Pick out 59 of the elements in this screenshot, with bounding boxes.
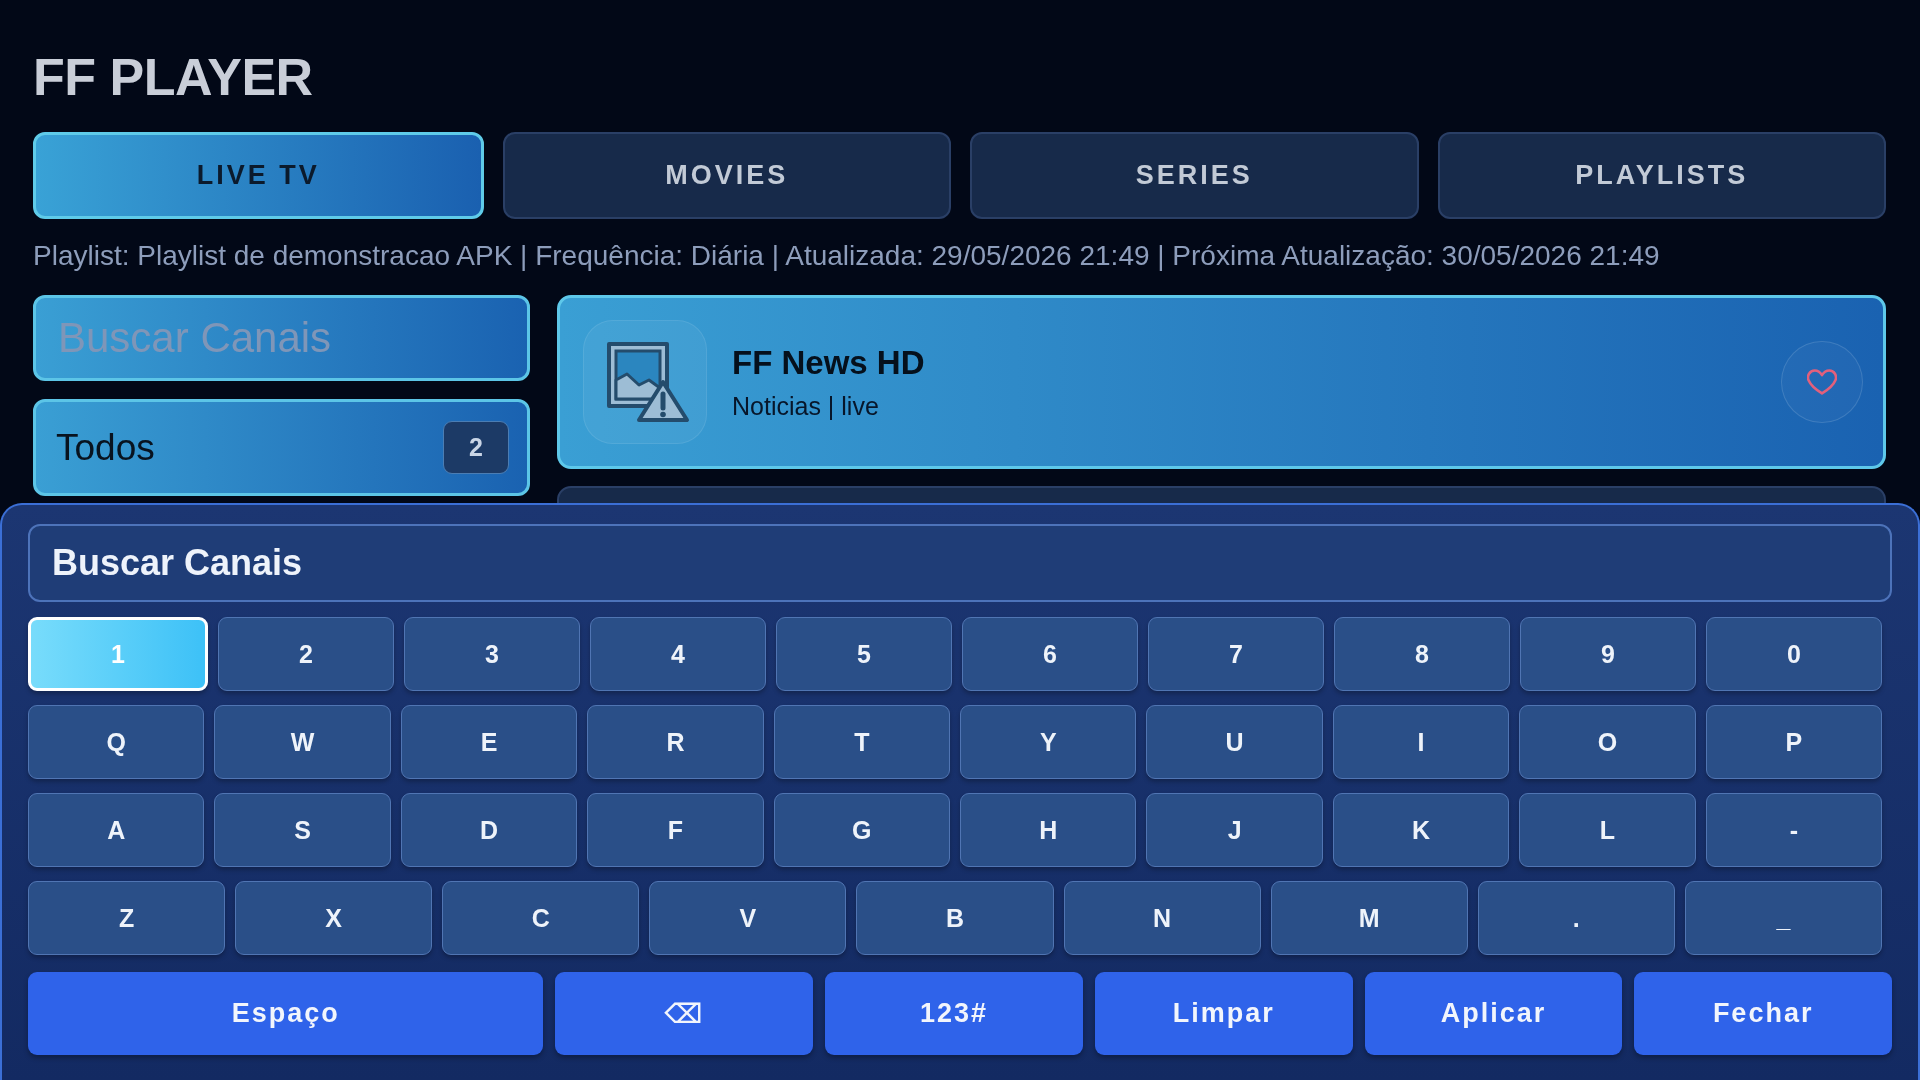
playlist-info: Playlist: Playlist de demonstracao APK | Frequência: Diária | Atualizada: 29/05/2026 21:49 | Próxima Atualização: 30/05/2026 21:49 xyxy=(33,241,1661,271)
key[interactable]: N xyxy=(1063,881,1261,955)
keyboard-action-button[interactable]: Espaço xyxy=(28,972,544,1055)
key[interactable]: R xyxy=(587,705,764,779)
key[interactable]: 6 xyxy=(962,617,1138,691)
key[interactable]: A xyxy=(28,793,205,867)
search-field[interactable]: Buscar Canais xyxy=(33,295,530,381)
keyboard-action-button[interactable]: 123# xyxy=(825,972,1083,1055)
broken-image-icon xyxy=(583,320,707,444)
key[interactable]: Q xyxy=(28,705,205,779)
category-label: Todos xyxy=(56,426,155,469)
key[interactable]: G xyxy=(773,793,951,867)
key[interactable]: W xyxy=(214,705,391,779)
nav-tab[interactable]: PLAYLISTS xyxy=(1437,132,1886,219)
key[interactable]: U xyxy=(1146,705,1323,779)
key[interactable]: V xyxy=(649,881,847,955)
key[interactable]: C xyxy=(442,881,640,955)
key[interactable]: E xyxy=(400,705,578,779)
key[interactable]: . xyxy=(1477,881,1675,955)
key[interactable]: K xyxy=(1332,793,1510,867)
key[interactable]: D xyxy=(400,793,578,867)
key[interactable]: 8 xyxy=(1334,617,1510,691)
key[interactable]: X xyxy=(235,881,433,955)
key[interactable]: - xyxy=(1705,793,1883,867)
count-badge: 2 xyxy=(443,421,509,474)
key[interactable]: H xyxy=(960,793,1137,867)
key[interactable]: 7 xyxy=(1148,617,1324,691)
key[interactable]: B xyxy=(856,881,1054,955)
nav-tab[interactable]: LIVE TV xyxy=(33,132,484,219)
key[interactable]: 3 xyxy=(404,617,580,691)
channel-card[interactable]: FF News HD Noticias | live xyxy=(557,295,1886,469)
key[interactable]: M xyxy=(1270,881,1468,955)
key[interactable]: 9 xyxy=(1520,617,1696,691)
key[interactable]: _ xyxy=(1684,881,1882,955)
keyboard-action-button[interactable]: Limpar xyxy=(1094,972,1353,1055)
category-item[interactable]: Todos 2 xyxy=(33,399,530,496)
key[interactable]: 0 xyxy=(1706,617,1882,691)
app-title: FF PLAYER xyxy=(33,47,314,108)
key[interactable]: Z xyxy=(28,881,226,955)
key[interactable]: P xyxy=(1705,705,1883,779)
key[interactable]: F xyxy=(587,793,764,867)
nav-tab[interactable]: SERIES xyxy=(970,132,1419,219)
key[interactable]: S xyxy=(214,793,391,867)
channel-name: FF News HD xyxy=(732,343,926,382)
key[interactable]: 4 xyxy=(590,617,766,691)
key[interactable]: J xyxy=(1146,793,1323,867)
channel-meta: Noticias | live xyxy=(732,391,880,421)
key[interactable]: O xyxy=(1519,705,1696,779)
key[interactable]: L xyxy=(1519,793,1696,867)
keyboard-action-button[interactable]: ⌫ xyxy=(555,972,814,1055)
key[interactable]: 2 xyxy=(218,617,394,691)
nav-tab[interactable]: MOVIES xyxy=(502,132,951,219)
key[interactable]: 5 xyxy=(776,617,952,691)
key[interactable]: Y xyxy=(960,705,1137,779)
keyboard-action-button[interactable]: Aplicar xyxy=(1364,972,1623,1055)
key[interactable]: T xyxy=(773,705,951,779)
keyboard-action-button[interactable]: Fechar xyxy=(1634,972,1892,1055)
key[interactable]: I xyxy=(1332,705,1510,779)
keyboard-input-field[interactable]: Buscar Canais xyxy=(28,524,1892,602)
